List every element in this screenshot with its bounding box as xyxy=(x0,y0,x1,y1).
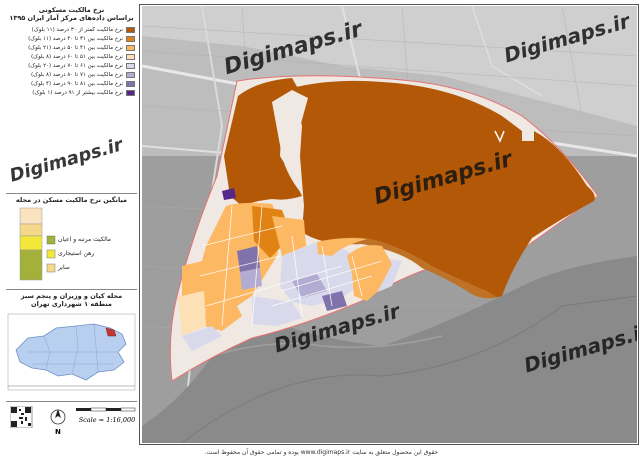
legend-item: نرخ مالکیت کمتر از ۳۰ درصد (۱۱ بلوک) xyxy=(6,25,137,34)
neighborhood-stack-chart xyxy=(19,207,56,281)
legend-subtitle: براساس داده‌های مرکز آمار ایران ۱۳۹۵ xyxy=(9,14,134,22)
scale-section: N Scale = 1:16,000 xyxy=(6,402,137,444)
locator-section: محله کیان و وزیران و پنجم سبز منطقه ۱ شه… xyxy=(6,290,137,402)
locator-title: محله کیان و وزیران و پنجم سبز xyxy=(20,292,123,300)
legend-item: نرخ مالکیت بین ۷۱ تا ۸۰ درصد (۸ بلوک) xyxy=(6,70,137,79)
qr-code-icon xyxy=(10,406,33,428)
legend-swatch xyxy=(126,35,135,42)
legend-item: نرخ مالکیت بین ۴۱ تا ۵۰ درصد (۲۱ بلوک) xyxy=(6,43,137,52)
legend-swatch xyxy=(126,44,135,51)
legend-panel: نرخ مالکیت مسکونی براساس داده‌های مرکز آ… xyxy=(4,4,140,445)
legend-swatch xyxy=(126,62,135,69)
chart-legend-owner: مالکیت مرتبه و اعیان xyxy=(58,236,112,243)
legend-item: نرخ مالکیت بیشتر از ۹۱ درصد (۱ بلوک) xyxy=(6,88,137,97)
legend-item: نرخ مالکیت بین ۸۱ تا ۹۰ درصد (۴ بلوک) xyxy=(6,79,137,88)
footer-copyright: حقوق این محصول متعلق به سایت www.digimap… xyxy=(204,449,439,456)
locator-map xyxy=(7,313,136,391)
neighborhood-chart-title: میانگین نرخ مالکیت مسکن در محله xyxy=(15,196,128,204)
legend-swatch xyxy=(126,26,135,33)
neighborhood-chart-section: میانگین نرخ مالکیت مسکن در محله مالکیت م… xyxy=(6,194,137,290)
locator-subtitle: منطقه ۱ شهرداری تهران xyxy=(31,300,112,308)
legend-swatch xyxy=(126,80,135,87)
legend-swatch xyxy=(126,89,135,96)
chart-legend-rent: رهن استیجاری xyxy=(58,250,95,257)
legend-swatch xyxy=(126,53,135,60)
chart-legend-other: سایر xyxy=(58,264,70,271)
map-canvas: Digimaps.ir Digimaps.ir Digimaps.ir Digi… xyxy=(142,6,637,443)
legend-item: نرخ مالکیت بین ۵۱ تا ۶۰ درصد (۸ بلوک) xyxy=(6,52,137,61)
legend-list: نرخ مالکیت کمتر از ۳۰ درصد (۱۱ بلوک) نرخ… xyxy=(6,25,137,97)
north-label: N xyxy=(55,428,61,436)
scale-bar xyxy=(76,407,136,412)
scale-text: Scale = 1:16,000 xyxy=(78,416,136,424)
map-svg xyxy=(142,6,637,443)
legend-swatch xyxy=(126,71,135,78)
north-arrow-icon xyxy=(50,409,66,425)
legend-item: نرخ مالکیت بین ۶۱ تا ۷۰ درصد (۲۰ بلوک) xyxy=(6,61,137,70)
legend-title: نرخ مالکیت مسکونی xyxy=(38,6,105,14)
legend-item: نرخ مالکیت بین ۳۱ تا ۴۰ درصد (۱۱ بلوک) xyxy=(6,34,137,43)
